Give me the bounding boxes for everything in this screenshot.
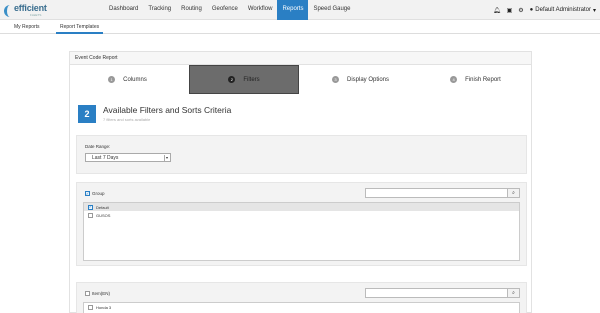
logo-subword: FLEETS: [30, 13, 42, 17]
reports-subnav: My Reports Report Templates: [0, 20, 600, 34]
step-number: 1: [108, 76, 116, 83]
nav-routing[interactable]: Routing: [176, 0, 207, 20]
step-label: Filters: [243, 76, 260, 83]
option-label: Honda 3: [96, 304, 112, 310]
nav-speed-gauge[interactable]: Speed Gauge: [308, 0, 355, 20]
date-range-label: Date Range:: [85, 144, 111, 149]
user-menu[interactable]: ● Default Administrator ▾: [530, 7, 596, 14]
caret-down-icon: ▾: [592, 7, 596, 14]
search-icon[interactable]: ⌕: [507, 189, 519, 197]
main-nav: Dashboard Tracking Routing Geofence Work…: [104, 0, 355, 20]
nav-dashboard[interactable]: Dashboard: [104, 0, 143, 20]
option-checkbox[interactable]: [88, 212, 93, 218]
option-label: GUSOS: [96, 212, 111, 218]
nav-geofence[interactable]: Geofence: [207, 0, 243, 20]
step-filters[interactable]: 2 Filters: [189, 65, 299, 94]
section-number: 2: [78, 105, 96, 123]
option-checkbox[interactable]: ✓: [88, 204, 93, 210]
nav-reports[interactable]: Reports: [277, 0, 309, 20]
header-actions: 🔔︎ ▣ ⚙ ● Default Administrator ▾: [493, 0, 596, 20]
group-header-label: Group: [92, 191, 105, 196]
report-wizard-panel: Event Code Report 1 Columns 2 Filters 3 …: [69, 51, 532, 313]
item-header-checkbox[interactable]: [85, 291, 90, 296]
section-title: Available Filters and Sorts Criteria: [103, 105, 232, 115]
date-range-select[interactable]: Last 7 Days ▾: [85, 153, 171, 162]
select-caret-icon: ▾: [164, 155, 168, 161]
section-subtitle: 7 filters and sorts available: [103, 117, 151, 122]
step-label: Columns: [123, 76, 147, 83]
user-menu-label: Default Administrator: [535, 7, 591, 13]
list-item[interactable]: GUSOS: [84, 211, 519, 219]
search-icon[interactable]: ⌕: [507, 289, 519, 297]
step-number: 4: [450, 76, 458, 83]
item-filter-header[interactable]: Item(EN): [85, 291, 110, 296]
group-search-input[interactable]: ⌕: [365, 188, 520, 198]
step-number: 2: [228, 76, 236, 83]
wizard-steps: 1 Columns 2 Filters 3 Display Options 4 …: [70, 65, 533, 94]
gear-icon[interactable]: ⚙: [518, 7, 523, 14]
nav-tracking[interactable]: Tracking: [143, 0, 176, 20]
nav-workflow[interactable]: Workflow: [243, 0, 278, 20]
step-label: Finish Report: [465, 76, 501, 83]
bell-icon[interactable]: 🔔︎: [493, 7, 501, 14]
item-header-label: Item(EN): [92, 291, 110, 296]
efficient-fleets-logo[interactable]: efficient FLEETS: [4, 2, 60, 18]
list-item[interactable]: Honda 3: [84, 303, 519, 311]
logo-swoosh-icon: [4, 5, 14, 17]
tab-my-reports[interactable]: My Reports: [14, 20, 40, 34]
group-filter-box: ✓ Group ⌕ ✓ Default GUSOS: [76, 182, 527, 266]
tab-report-templates[interactable]: Report Templates: [56, 20, 104, 34]
option-checkbox[interactable]: [88, 304, 93, 310]
step-display-options[interactable]: 3 Display Options: [303, 65, 418, 94]
top-navbar: efficient FLEETS Dashboard Tracking Rout…: [0, 0, 600, 20]
desktop-icon[interactable]: ▣: [507, 7, 513, 14]
step-label: Display Options: [346, 76, 390, 83]
list-item[interactable]: ✓ Default: [84, 203, 519, 211]
group-options-list: ✓ Default GUSOS: [83, 202, 520, 261]
logo-word: efficient: [14, 3, 47, 13]
item-search-input[interactable]: ⌕: [365, 288, 520, 298]
group-header-checkbox[interactable]: ✓: [85, 191, 90, 196]
step-columns[interactable]: 1 Columns: [70, 65, 185, 94]
step-finish-report[interactable]: 4 Finish Report: [418, 65, 533, 94]
panel-title: Event Code Report: [70, 52, 531, 65]
item-filter-box: Item(EN) ⌕ Honda 3: [76, 282, 527, 313]
group-filter-header[interactable]: ✓ Group: [85, 191, 105, 196]
user-icon: ●: [529, 7, 534, 13]
step-number: 3: [331, 76, 339, 83]
section-header: 2 Available Filters and Sorts Criteria 7…: [78, 105, 231, 123]
date-range-value: Last 7 Days: [92, 155, 119, 161]
item-options-list: Honda 3: [83, 302, 520, 313]
date-range-box: Date Range: Last 7 Days ▾: [76, 135, 527, 174]
option-label: Default: [96, 204, 109, 210]
